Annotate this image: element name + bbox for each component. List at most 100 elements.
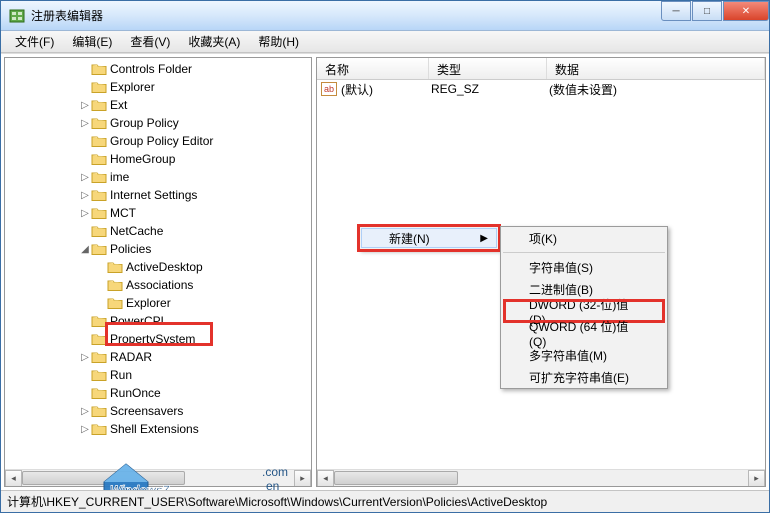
tree-item[interactable]: ▷ MCT	[5, 204, 311, 222]
folder-icon	[91, 224, 107, 238]
tree-item[interactable]: RunOnce	[5, 384, 311, 402]
folder-icon	[91, 206, 107, 220]
list-hscroll[interactable]: ◂ ▸	[317, 469, 765, 486]
scroll-thumb[interactable]	[22, 471, 185, 485]
tree-item[interactable]: Explorer	[5, 78, 311, 96]
expand-arrow-icon[interactable]: ▷	[79, 352, 91, 363]
tree-label: Group Policy Editor	[110, 134, 213, 148]
content-area: Controls FolderExplorer▷Ext▷Group Policy…	[1, 53, 769, 490]
tree-label: Run	[110, 368, 132, 382]
tree-item[interactable]: Controls Folder	[5, 60, 311, 78]
maximize-button[interactable]: □	[692, 1, 722, 21]
expand-arrow-icon[interactable]: ▷	[79, 190, 91, 201]
tree-label: PropertySystem	[110, 332, 195, 346]
tree-label: Shell Extensions	[110, 422, 199, 436]
tree-label: Policies	[110, 242, 151, 256]
scroll-thumb[interactable]	[334, 471, 458, 485]
menubar: 文件(F) 编辑(E) 查看(V) 收藏夹(A) 帮助(H)	[1, 31, 769, 53]
row-data: (数值未设置)	[549, 81, 761, 98]
tree-item[interactable]: ◢ Policies	[5, 240, 311, 258]
tree-item[interactable]: ▷Group Policy	[5, 114, 311, 132]
folder-icon	[91, 170, 107, 184]
folder-icon	[107, 296, 123, 310]
ctx-label: 新建(N)	[389, 230, 430, 247]
folder-icon	[91, 386, 107, 400]
folder-icon	[91, 404, 107, 418]
list-row[interactable]: ab (默认) REG_SZ (数值未设置)	[317, 80, 765, 98]
tree-label: Associations	[126, 278, 193, 292]
tree-label: MCT	[110, 206, 136, 220]
folder-icon	[91, 368, 107, 382]
expand-arrow-icon[interactable]: ▷	[79, 406, 91, 417]
row-type: REG_SZ	[431, 82, 549, 96]
ctx-item[interactable]: 项(K)	[501, 227, 667, 249]
tree-label: PowerCPL	[110, 314, 167, 328]
scroll-right-button[interactable]: ▸	[748, 470, 765, 487]
folder-icon	[91, 62, 107, 76]
col-header-type[interactable]: 类型	[429, 58, 547, 79]
tree-label: Controls Folder	[110, 62, 192, 76]
tree-item[interactable]: ▷ Internet Settings	[5, 186, 311, 204]
tree-item[interactable]: HomeGroup	[5, 150, 311, 168]
scroll-right-button[interactable]: ▸	[294, 470, 311, 487]
ctx-separator	[503, 252, 665, 253]
expand-arrow-icon[interactable]: ▷	[79, 100, 91, 111]
folder-icon	[91, 350, 107, 364]
folder-icon	[91, 152, 107, 166]
tree-item[interactable]: Run	[5, 366, 311, 384]
menu-favorites[interactable]: 收藏夹(A)	[180, 31, 248, 52]
tree-item[interactable]: ▷ RADAR	[5, 348, 311, 366]
tree-label: Internet Settings	[110, 188, 197, 202]
close-button[interactable]: ✕	[723, 1, 769, 21]
col-header-data[interactable]: 数据	[547, 58, 765, 79]
folder-icon	[91, 98, 107, 112]
tree-item[interactable]: ActiveDesktop	[5, 258, 311, 276]
tree-item[interactable]: ▷ Ext	[5, 96, 311, 114]
tree-item[interactable]: PropertySystem	[5, 330, 311, 348]
tree-hscroll[interactable]: ◂ ▸	[5, 469, 311, 486]
tree-item[interactable]: Explorer	[5, 294, 311, 312]
window-title: 注册表编辑器	[31, 7, 660, 24]
submenu-arrow-icon: ▶	[480, 233, 488, 244]
folder-icon	[91, 116, 107, 130]
minimize-button[interactable]: ─	[661, 1, 691, 21]
context-menu-new: 新建(N) ▶	[359, 226, 499, 250]
menu-edit[interactable]: 编辑(E)	[64, 31, 120, 52]
tree-item[interactable]: ▷Screensavers	[5, 402, 311, 420]
scroll-track[interactable]	[22, 470, 294, 486]
ctx-item[interactable]: 字符串值(S)	[501, 256, 667, 278]
ctx-new[interactable]: 新建(N) ▶	[361, 228, 497, 248]
tree-item[interactable]: NetCache	[5, 222, 311, 240]
ctx-item[interactable]: QWORD (64 位)值(Q)	[501, 322, 667, 344]
scroll-track[interactable]	[334, 470, 748, 486]
titlebar[interactable]: 注册表编辑器 ─ □ ✕	[1, 1, 769, 31]
menu-file[interactable]: 文件(F)	[7, 31, 62, 52]
tree-item[interactable]: ▷ Shell Extensions	[5, 420, 311, 438]
expand-arrow-icon[interactable]: ▷	[79, 172, 91, 183]
statusbar: 计算机\HKEY_CURRENT_USER\Software\Microsoft…	[1, 490, 769, 512]
scroll-left-button[interactable]: ◂	[5, 470, 22, 487]
scroll-left-button[interactable]: ◂	[317, 470, 334, 487]
ctx-item[interactable]: 可扩充字符串值(E)	[501, 366, 667, 388]
tree-label: ime	[110, 170, 129, 184]
folder-icon	[107, 260, 123, 274]
expand-arrow-icon[interactable]: ▷	[79, 208, 91, 219]
tree-label: RADAR	[110, 350, 152, 364]
tree-item[interactable]: PowerCPL	[5, 312, 311, 330]
tree-item[interactable]: ▷ ime	[5, 168, 311, 186]
folder-icon	[91, 242, 107, 256]
menu-view[interactable]: 查看(V)	[122, 31, 178, 52]
tree-item[interactable]: Group Policy Editor	[5, 132, 311, 150]
col-header-name[interactable]: 名称	[317, 58, 429, 79]
menu-help[interactable]: 帮助(H)	[250, 31, 307, 52]
expand-arrow-icon[interactable]: ◢	[79, 244, 91, 255]
registry-editor-window: 注册表编辑器 ─ □ ✕ 文件(F) 编辑(E) 查看(V) 收藏夹(A) 帮助…	[0, 0, 770, 513]
tree-pane[interactable]: Controls FolderExplorer▷Ext▷Group Policy…	[4, 57, 312, 487]
tree-label: Explorer	[126, 296, 171, 310]
ctx-item[interactable]: 多字符串值(M)	[501, 344, 667, 366]
tree-label: Ext	[110, 98, 127, 112]
folder-icon	[107, 278, 123, 292]
expand-arrow-icon[interactable]: ▷	[79, 118, 91, 129]
tree-item[interactable]: Associations	[5, 276, 311, 294]
expand-arrow-icon[interactable]: ▷	[79, 424, 91, 435]
